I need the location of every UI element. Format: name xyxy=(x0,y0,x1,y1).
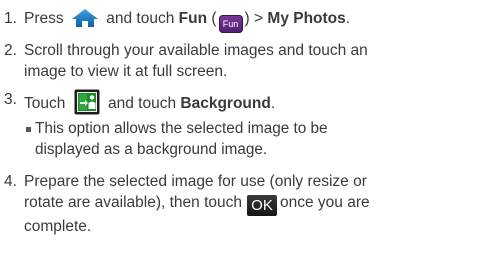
bullet-marker xyxy=(26,127,31,132)
ok-button: OK xyxy=(247,195,277,216)
step-text-line2: image to view it at full screen. xyxy=(24,63,228,80)
step-text: and touch xyxy=(108,95,177,112)
step-3: 3. Touch and touch Background. This opti… xyxy=(4,89,482,160)
period: . xyxy=(345,10,351,27)
paren-close: ) xyxy=(244,10,250,27)
separator: > xyxy=(254,10,264,27)
step-text-line1: Scroll through your available images and… xyxy=(24,42,368,59)
step-text-line2: rotate are available), then touch xyxy=(24,194,242,211)
step-2: 2. Scroll through your available images … xyxy=(4,40,482,82)
step-text-line2-end: once you are xyxy=(280,194,370,211)
set-background-icon xyxy=(74,89,100,115)
my-photos-label: My Photos xyxy=(267,10,346,27)
background-label: Background xyxy=(180,95,271,112)
step-text: and touch xyxy=(106,10,175,27)
period: . xyxy=(270,95,276,112)
step-1: 1. Press and touch Fun (Fun) > My Photos… xyxy=(4,8,482,33)
step-text: Touch xyxy=(24,95,66,112)
paren-open: ( xyxy=(211,10,217,27)
fun-label: Fun xyxy=(178,10,208,27)
step-text-line3: complete. xyxy=(24,218,92,235)
step-number: 3. xyxy=(4,91,17,108)
step-text: Press xyxy=(24,10,64,27)
fun-icon: Fun xyxy=(218,15,243,33)
step-number: 1. xyxy=(4,10,17,27)
step-4: 4. Prepare the selected image for use (o… xyxy=(4,171,482,237)
bullet-text-line2: displayed as a background image. xyxy=(35,141,268,158)
bullet-note: This option allows the selected image to… xyxy=(24,118,482,160)
home-icon xyxy=(71,8,99,28)
step-number: 4. xyxy=(4,173,17,190)
instruction-steps: 1. Press and touch Fun (Fun) > My Photos… xyxy=(4,4,482,237)
step-text-line1: Prepare the selected image for use (only… xyxy=(24,173,367,190)
bullet-text-line1: This option allows the selected image to… xyxy=(35,120,328,137)
step-number: 2. xyxy=(4,42,17,59)
